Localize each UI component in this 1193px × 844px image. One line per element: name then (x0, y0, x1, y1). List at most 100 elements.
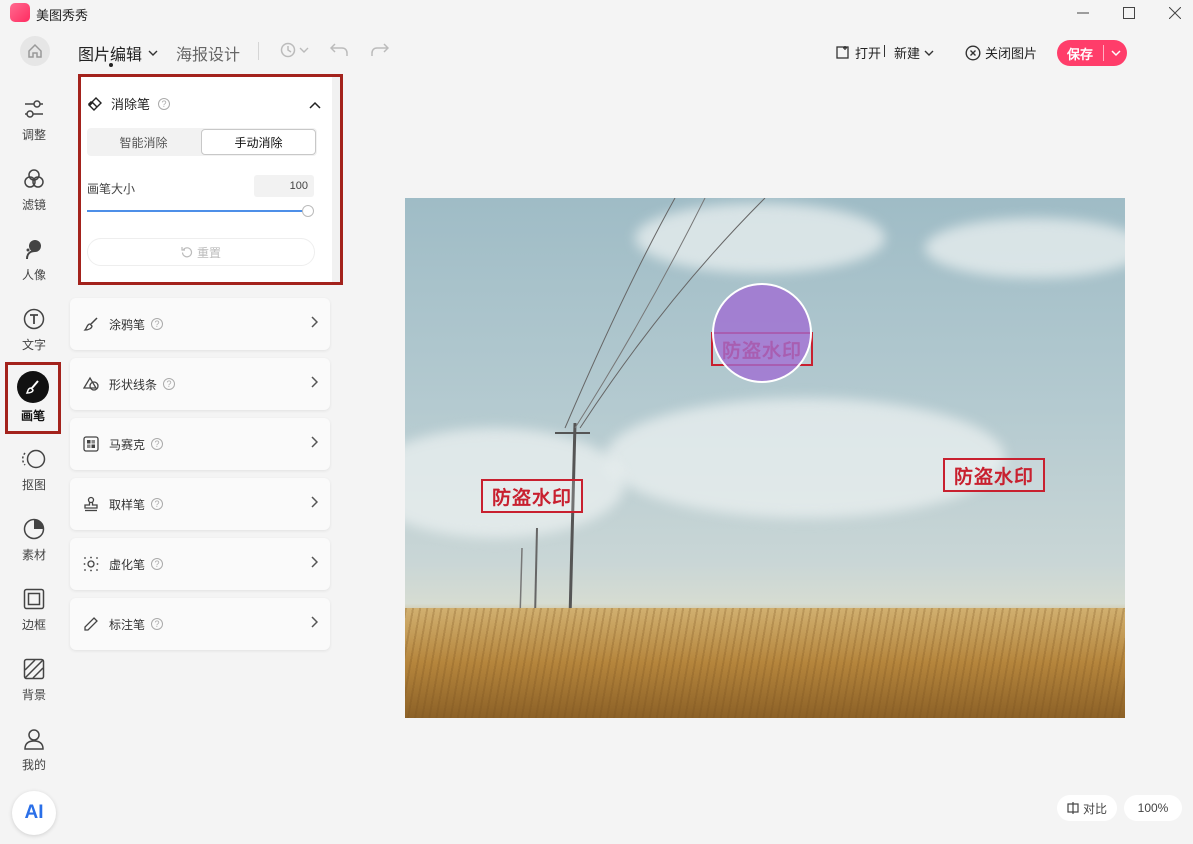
help-icon[interactable]: ? (151, 498, 164, 510)
sidebar-item-cutout[interactable]: 抠图 (6, 442, 62, 508)
help-icon[interactable]: ? (163, 378, 176, 390)
tool-clone-stamp[interactable]: 取样笔 ? (70, 478, 330, 530)
reset-button[interactable]: 重置 (87, 238, 315, 266)
stamp-icon (83, 496, 99, 512)
tool-doodle-brush[interactable]: 涂鸦笔 ? (70, 298, 330, 350)
tool-annotation-pen[interactable]: 标注笔 ? (70, 598, 330, 650)
brush-size-label: 画笔大小 (87, 182, 136, 196)
eraser-brush-cursor (712, 283, 812, 383)
sidebar-item-label: 人像 (21, 268, 46, 282)
tool-label: 标注笔 (109, 617, 146, 632)
eraser-panel-title: 消除笔 (111, 97, 151, 112)
frame-icon (23, 588, 45, 610)
tool-mosaic[interactable]: 马赛克 ? (70, 418, 330, 470)
sidebar-item-sticker[interactable]: 素材 (6, 512, 62, 578)
compare-label: 对比 (1082, 801, 1107, 816)
app-title: 美图秀秀 (36, 8, 89, 23)
mode-manual-erase[interactable]: 手动消除 (201, 129, 316, 155)
save-dropdown-button[interactable] (1104, 49, 1127, 57)
sidebar-item-text[interactable]: 文字 (6, 302, 62, 368)
maximize-button[interactable] (1106, 0, 1152, 26)
collapse-button[interactable] (309, 96, 321, 114)
sidebar-item-portrait[interactable]: 人像 (6, 232, 62, 298)
brush-icon (17, 371, 49, 403)
history-button[interactable] (279, 40, 309, 60)
compare-button[interactable]: 对比 (1057, 795, 1117, 821)
tool-shapes[interactable]: 形状线条 ? (70, 358, 330, 410)
sliders-icon (25, 100, 43, 118)
canvas-photo[interactable]: 防盗水印 防盗水印 防盗水印 (405, 198, 1125, 718)
close-image-button[interactable]: 关闭图片 (965, 43, 1037, 62)
home-icon (28, 43, 42, 58)
watermark: 防盗水印 (481, 479, 583, 513)
help-icon[interactable]: ? (151, 558, 164, 570)
new-button[interactable]: 新建 (894, 43, 934, 62)
undo-button[interactable] (330, 40, 350, 60)
zoom-level-button[interactable]: 100% (1124, 795, 1182, 821)
eraser-panel-header[interactable]: 消除笔 ? (87, 94, 171, 113)
tool-blur-brush[interactable]: 虚化笔 ? (70, 538, 330, 590)
sidebar-item-label: 滤镜 (21, 198, 46, 212)
reset-icon (181, 247, 193, 258)
sidebar-item-filter[interactable]: 滤镜 (6, 162, 62, 228)
tool-label: 马赛克 (109, 437, 146, 452)
chevron-up-icon (309, 101, 321, 109)
open-button[interactable]: 打开 (836, 43, 881, 62)
tool-label: 形状线条 (109, 377, 158, 392)
open-label: 打开 (855, 46, 882, 61)
brush-size-slider-track[interactable] (87, 210, 309, 212)
history-icon (280, 42, 309, 58)
chevron-down-icon (148, 50, 158, 56)
sidebar-item-adjust[interactable]: 调整 (6, 92, 62, 158)
chevron-right-icon (311, 436, 318, 448)
sidebar-item-label: 调整 (21, 128, 46, 142)
new-label: 新建 (894, 46, 921, 61)
close-window-button[interactable] (1152, 0, 1193, 26)
panel-scrollbar[interactable] (332, 77, 340, 282)
chevron-down-icon (1110, 50, 1121, 57)
sidebar-item-label: 抠图 (21, 478, 46, 492)
sidebar-item-label: 素材 (21, 548, 46, 562)
brush-size-input[interactable]: 100 (254, 175, 314, 197)
minimize-icon (1077, 12, 1089, 14)
ai-button[interactable]: AI (12, 791, 56, 835)
sidebar-item-brush[interactable]: 画笔 (5, 362, 61, 434)
sidebar-item-label: 文字 (21, 338, 46, 352)
mode-smart-erase[interactable]: 智能消除 (87, 128, 200, 156)
minimize-button[interactable] (1060, 0, 1106, 26)
help-icon[interactable]: ? (151, 318, 164, 330)
tab-image-edit[interactable]: 图片编辑 (78, 41, 158, 65)
blur-icon (83, 556, 99, 572)
save-button[interactable]: 保存 (1057, 40, 1127, 66)
open-new-separator (884, 45, 885, 57)
erase-mode-segmented-control: 智能消除 手动消除 (87, 128, 317, 156)
mosaic-icon (83, 436, 99, 452)
help-icon[interactable]: ? (151, 618, 164, 630)
toolbar-divider (258, 42, 259, 60)
home-button[interactable] (20, 36, 50, 66)
text-icon (23, 308, 45, 330)
tab-image-edit-label: 图片编辑 (78, 47, 143, 64)
chevron-right-icon (311, 496, 318, 508)
sticker-icon (23, 518, 45, 540)
help-icon[interactable]: ? (151, 438, 164, 450)
close-circle-icon (965, 44, 981, 61)
sidebar-item-background[interactable]: 背景 (6, 652, 62, 718)
chevron-right-icon (311, 316, 318, 328)
sidebar-item-label: 我的 (21, 758, 46, 772)
user-icon (24, 729, 44, 750)
sidebar-item-mine[interactable]: 我的 (6, 722, 62, 788)
chevron-down-icon (924, 50, 934, 56)
close-icon (1169, 7, 1181, 19)
cutout-icon (22, 449, 46, 469)
app-logo (10, 3, 30, 22)
open-file-icon (836, 46, 849, 59)
tool-label: 虚化笔 (109, 557, 146, 572)
help-icon[interactable]: ? (158, 97, 171, 110)
tab-poster-design[interactable]: 海报设计 (176, 41, 240, 65)
brush-size-slider-handle[interactable] (302, 205, 314, 217)
maximize-icon (1123, 7, 1135, 19)
chevron-right-icon (311, 556, 318, 568)
sidebar-item-frame[interactable]: 边框 (6, 582, 62, 648)
redo-button[interactable] (369, 40, 389, 60)
